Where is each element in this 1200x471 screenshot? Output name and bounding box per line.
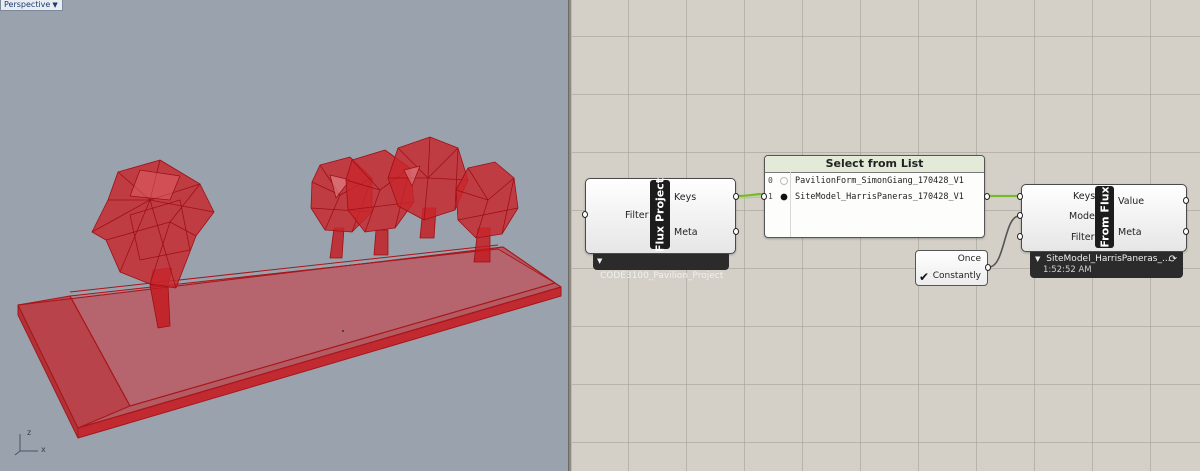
list-item-label: SiteModel_HarrisPaneras_170428_V1 — [795, 192, 964, 202]
axis-x-label: x — [41, 445, 46, 454]
from-flux-value-grip[interactable] — [1183, 197, 1189, 204]
site-slab — [17, 244, 562, 439]
viewport-tab[interactable]: Perspective ▼ — [0, 0, 63, 11]
tree-4 — [387, 136, 469, 239]
from-flux-title-text: From Flux — [1098, 186, 1111, 248]
trigger-option-once[interactable]: Once — [958, 254, 981, 264]
from-flux-input-mode: Mode — [1069, 211, 1095, 222]
from-flux-timestamp: 1:52:52 AM — [1043, 265, 1092, 275]
flux-project-title-text: Flux Project — [653, 177, 667, 252]
dropdown-caret-icon[interactable]: ▼ — [52, 1, 57, 9]
viewport-tab-label: Perspective — [4, 0, 51, 9]
from-flux-filter-grip[interactable] — [1017, 233, 1023, 240]
trigger-output-grip[interactable] — [985, 264, 991, 271]
list-item-index: 1 — [768, 192, 773, 201]
flux-project-component[interactable]: Filter Flux Project Keys Meta — [585, 177, 736, 254]
flux-project-output-keys: Keys — [674, 192, 697, 203]
list-item-index: 0 — [768, 176, 773, 185]
flux-project-title: Flux Project — [650, 177, 670, 252]
rhino-viewport[interactable]: Perspective ▼ z x — [0, 0, 568, 471]
flux-project-badge[interactable]: ▼ CODE3100_Pavilion_Project — [593, 254, 729, 281]
from-flux-badge-label: SiteModel_HarrisPaneras_... — [1046, 254, 1171, 264]
trigger-component[interactable]: Once ✔ Constantly — [915, 250, 988, 286]
from-flux-meta-grip[interactable] — [1183, 228, 1189, 235]
select-from-list-title: Select from List — [765, 156, 984, 173]
dropdown-caret-icon[interactable]: ▼ — [597, 257, 602, 265]
scene-geometry — [17, 136, 562, 439]
flux-project-output-meta: Meta — [674, 227, 698, 238]
from-flux-output-meta: Meta — [1118, 227, 1142, 238]
tree-5 — [455, 161, 519, 263]
axis-gizmo-icon: z x — [8, 428, 48, 459]
select-from-list-component[interactable]: Select from List 0 PavilionForm_SimonGia… — [764, 155, 985, 238]
checkmark-icon: ✔ — [919, 270, 930, 284]
radio-selected-icon[interactable] — [780, 193, 788, 201]
axis-z-label: z — [27, 428, 32, 437]
flux-project-badge-label: CODE3100_Pavilion_Project — [600, 271, 724, 281]
list-item-label: PavilionForm_SimonGiang_170428_V1 — [795, 176, 964, 186]
from-flux-output-value: Value — [1118, 196, 1145, 207]
flux-project-keys-grip[interactable] — [733, 193, 739, 200]
from-flux-title: From Flux — [1095, 186, 1114, 248]
flux-project-input-grip[interactable] — [582, 211, 588, 218]
refresh-icon[interactable]: ⟳ — [1169, 254, 1177, 265]
from-flux-badge[interactable]: ▼ SiteModel_HarrisPaneras_... ⟳ 1:52:52 … — [1030, 252, 1183, 278]
from-flux-input-filter: Filter — [1071, 232, 1095, 243]
list-item[interactable]: 1 SiteModel_HarrisPaneras_170428_V1 — [765, 189, 984, 205]
from-flux-mode-grip[interactable] — [1017, 212, 1023, 219]
from-flux-component[interactable]: Keys Mode Filter From Flux Value Meta — [1021, 184, 1187, 252]
dropdown-caret-icon[interactable]: ▼ — [1035, 255, 1040, 263]
from-flux-input-keys: Keys — [1073, 191, 1096, 202]
from-flux-keys-grip[interactable] — [1017, 193, 1023, 200]
list-item[interactable]: 0 PavilionForm_SimonGiang_170428_V1 — [765, 173, 984, 189]
flux-project-meta-grip[interactable] — [733, 228, 739, 235]
list-column-divider — [790, 172, 791, 237]
select-list-output-grip[interactable] — [984, 193, 990, 200]
radio-icon[interactable] — [780, 177, 788, 185]
select-list-input-grip[interactable] — [761, 193, 767, 200]
flux-project-input-filter: Filter — [625, 210, 649, 221]
trigger-option-constantly[interactable]: Constantly — [933, 271, 981, 281]
